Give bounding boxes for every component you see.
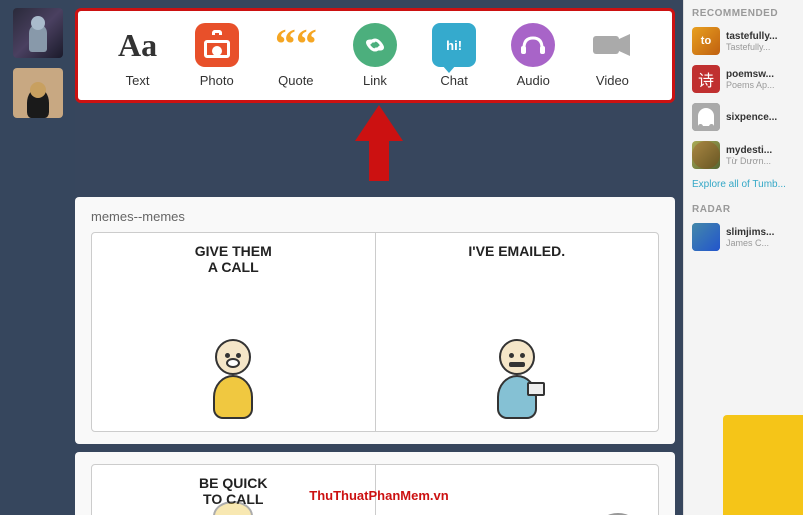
recommended-title: RECOMMENDED: [692, 8, 795, 19]
feed-area: memes--memes GIVE THEMA CALL: [75, 189, 683, 515]
rec-avatar-3: [692, 103, 720, 131]
rec-info-2: poemsw... Poems Ap...: [726, 69, 775, 90]
link-label: Link: [363, 73, 387, 88]
character-1: [198, 339, 268, 419]
rec-item-4[interactable]: mydesti... Từ Dươn...: [692, 141, 795, 169]
main-content: Aa Text Photo ““ Quote: [75, 0, 683, 515]
video-icon: [590, 23, 634, 67]
comic-text-2: I'VE EMAILED.: [384, 243, 651, 259]
video-label: Video: [596, 73, 629, 88]
arrow-head: [355, 105, 403, 141]
post-type-photo[interactable]: Photo: [187, 23, 247, 88]
link-icon: [353, 23, 397, 67]
explore-link[interactable]: Explore all of Tumb...: [692, 179, 795, 190]
comic-cell-2: I'VE EMAILED.: [376, 233, 659, 431]
character-3: [198, 491, 268, 515]
radar-avatar-1: [692, 223, 720, 251]
rec-name-4: mydesti...: [726, 145, 772, 156]
chat-icon: hi!: [432, 23, 476, 67]
comic-panel-2: BE QUICKTO CALL: [91, 464, 659, 515]
photo-icon: [195, 23, 239, 67]
text-label: Text: [126, 73, 150, 88]
right-sidebar: RECOMMENDED to tastefully... Tastefully.…: [683, 0, 803, 515]
radar-sub-1: James C...: [726, 238, 774, 248]
post-type-video[interactable]: Video: [582, 23, 642, 88]
chat-label: Chat: [440, 73, 467, 88]
radar-item-1[interactable]: slimjims... James C...: [692, 223, 795, 251]
left-sidebar: [0, 0, 75, 515]
audio-label: Audio: [517, 73, 550, 88]
rec-item-1[interactable]: to tastefully... Tastefully...: [692, 27, 795, 55]
rec-item-3[interactable]: sixpence...: [692, 103, 795, 131]
comic-cell-3: BE QUICKTO CALL: [92, 465, 376, 515]
rec-item-2[interactable]: 诗 poemsw... Poems Ap...: [692, 65, 795, 93]
character-2: [482, 339, 552, 419]
comic-text-1: GIVE THEMA CALL: [100, 243, 367, 275]
rec-name-3: sixpence...: [726, 112, 777, 123]
yellow-block: [723, 415, 803, 515]
photo-label: Photo: [200, 73, 234, 88]
rec-sub-1: Tastefully...: [726, 42, 778, 52]
comic-panel-1: GIVE THEMA CALL I'VE EMAILE: [91, 232, 659, 432]
red-arrow: [355, 105, 403, 181]
blog-name-1: memes--memes: [91, 209, 659, 224]
post-type-quote[interactable]: ““ Quote: [266, 23, 326, 88]
rec-info-1: tastefully... Tastefully...: [726, 31, 778, 52]
comic-cell-1: GIVE THEMA CALL: [92, 233, 376, 431]
radar-name-1: slimjims...: [726, 227, 774, 238]
arrow-container: [75, 105, 683, 181]
rec-sub-4: Từ Dươn...: [726, 156, 772, 166]
radar-info-1: slimjims... James C...: [726, 227, 774, 248]
post-type-audio[interactable]: Audio: [503, 23, 563, 88]
avatar-1[interactable]: [13, 8, 63, 58]
post-card-2: BE QUICKTO CALL: [75, 452, 675, 515]
post-toolbar: Aa Text Photo ““ Quote: [75, 8, 675, 103]
rec-name-1: tastefully...: [726, 31, 778, 42]
comic-cell-4: [376, 465, 659, 515]
post-type-link[interactable]: Link: [345, 23, 405, 88]
rec-avatar-2: 诗: [692, 65, 720, 93]
rec-name-2: poemsw...: [726, 69, 775, 80]
post-type-chat[interactable]: hi! Chat: [424, 23, 484, 88]
rec-info-4: mydesti... Từ Dươn...: [726, 145, 772, 166]
rec-avatar-4: [692, 141, 720, 169]
rec-sub-2: Poems Ap...: [726, 80, 775, 90]
post-type-text[interactable]: Aa Text: [108, 23, 168, 88]
rec-info-3: sixpence...: [726, 112, 777, 123]
audio-icon: [511, 23, 555, 67]
text-icon: Aa: [116, 23, 160, 67]
post-card-1: memes--memes GIVE THEMA CALL: [75, 197, 675, 444]
arrow-shaft: [369, 141, 389, 181]
quote-icon: ““: [274, 23, 318, 67]
quote-label: Quote: [278, 73, 313, 88]
rec-avatar-1: to: [692, 27, 720, 55]
avatar-2[interactable]: [13, 68, 63, 118]
radar-title: RADAR: [692, 204, 795, 215]
